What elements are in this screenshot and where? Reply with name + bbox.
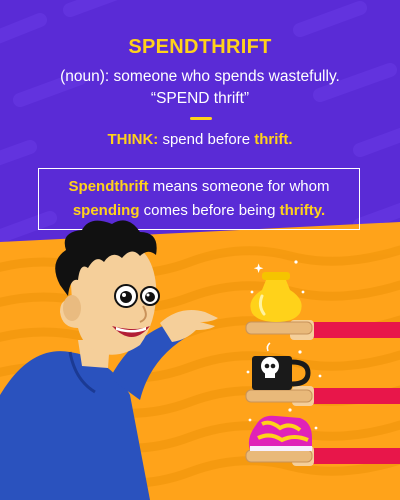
- pink-sneaker-icon: [248, 415, 312, 451]
- illustration: [0, 220, 400, 500]
- man-illustration: [0, 220, 218, 500]
- skull-mug-icon: [252, 342, 311, 390]
- gold-vase-icon: [250, 272, 302, 322]
- vocab-card: SPENDTHRIFT (noun): someone who spends w…: [0, 0, 400, 500]
